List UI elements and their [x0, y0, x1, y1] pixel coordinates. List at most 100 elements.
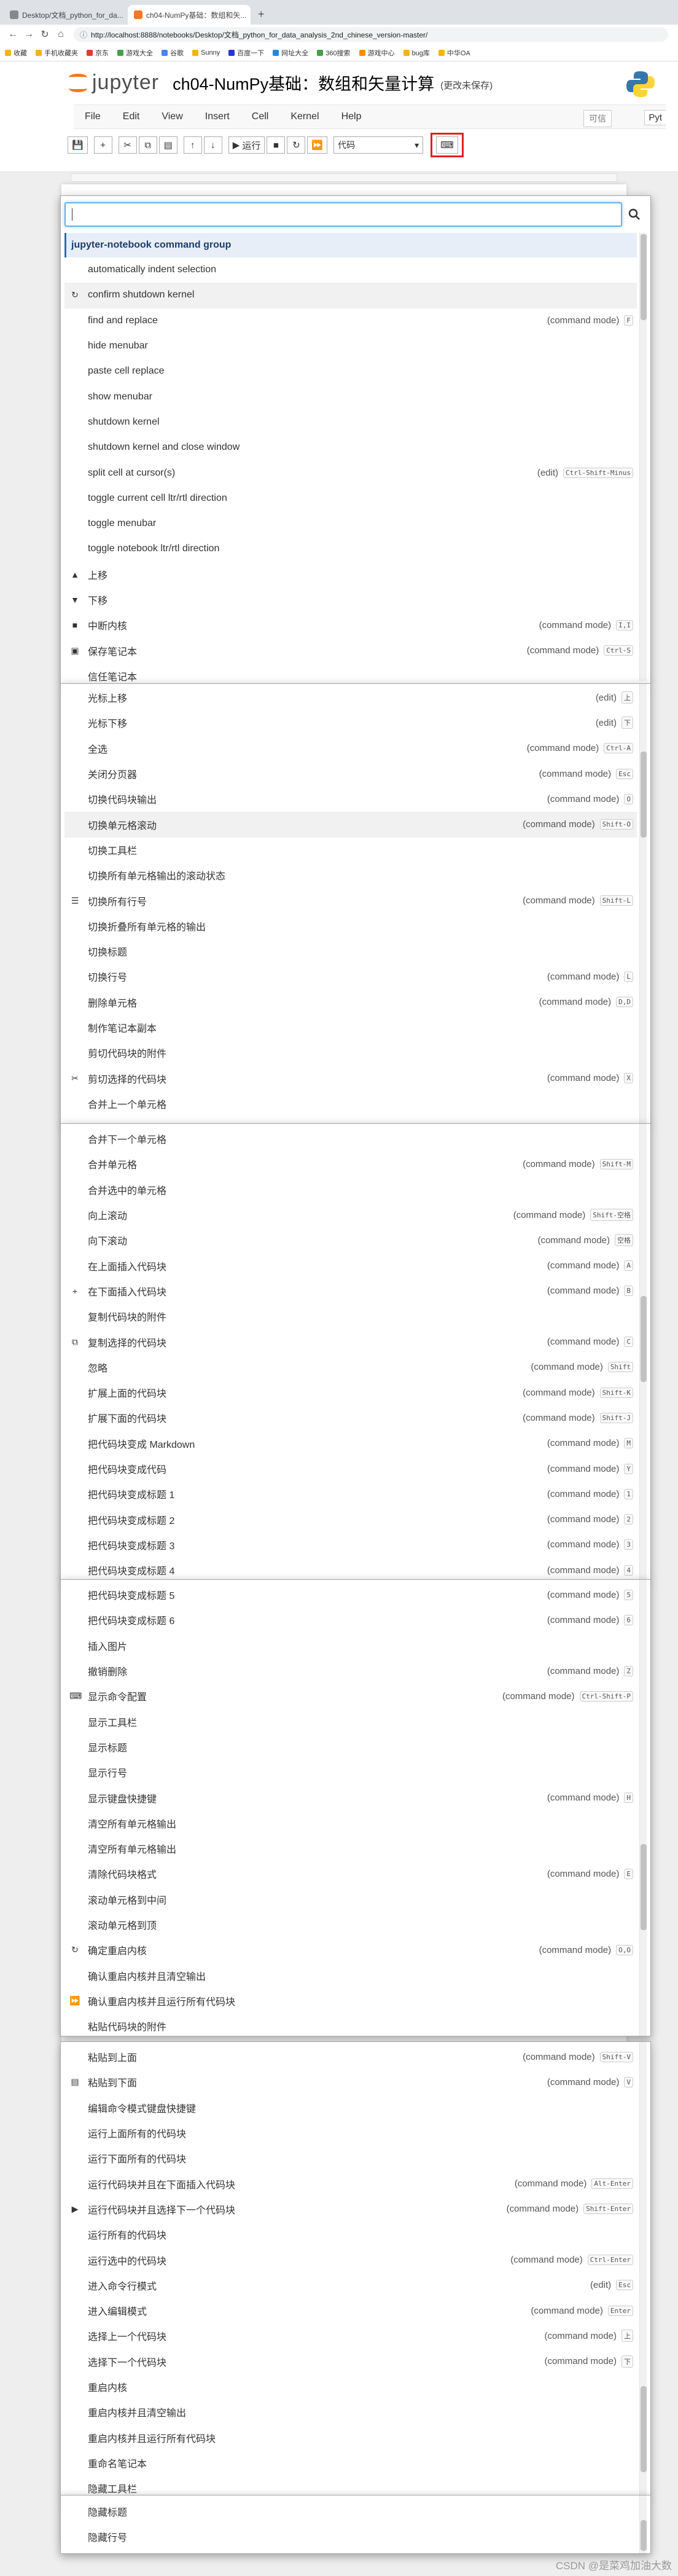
command-item[interactable]: ▲ 上移 — [64, 562, 637, 587]
interrupt-button[interactable]: ■ — [267, 136, 286, 154]
command-item[interactable]: hide menubar — [64, 334, 637, 359]
bookmark-item[interactable]: 中华OA — [438, 48, 470, 58]
command-palette-button[interactable]: ⌨ — [436, 136, 458, 154]
command-item[interactable]: 运行选中的代码块 (command mode) Ctrl-Enter — [64, 2247, 637, 2272]
command-item[interactable]: 把代码块变成标题 4 (command mode) 4 — [64, 1558, 637, 1580]
command-item[interactable]: 滚动单元格到中间 — [64, 1887, 637, 1912]
forward-icon[interactable]: → — [21, 29, 37, 40]
trusted-indicator[interactable]: 可信 — [583, 110, 612, 127]
code-cell[interactable] — [71, 173, 617, 182]
copy-button[interactable]: ⧉ — [138, 136, 157, 154]
command-item[interactable]: 插入图片 — [64, 1633, 637, 1659]
command-item[interactable]: toggle current cell ltr/rtl direction — [64, 486, 637, 511]
command-item[interactable]: 向上滚动 (command mode) Shift-空格 — [64, 1203, 637, 1228]
command-item[interactable]: toggle menubar — [64, 511, 637, 536]
menu-help[interactable]: Help — [330, 111, 373, 122]
move-down-button[interactable]: ↓ — [203, 136, 222, 154]
command-item[interactable]: shutdown kernel and close window — [64, 435, 637, 460]
command-item[interactable]: 把代码块变成标题 1 (command mode) 1 — [64, 1482, 637, 1507]
command-item[interactable]: 重启内核并且运行所有代码块 — [64, 2425, 637, 2450]
jupyter-logo-icon[interactable] — [68, 70, 88, 95]
command-item[interactable]: 重命名笔记本 — [64, 2451, 637, 2476]
menu-kernel[interactable]: Kernel — [279, 111, 330, 122]
command-item[interactable]: 清空所有单元格输出 — [64, 1836, 637, 1861]
command-item[interactable]: 确认重启内核并且清空输出 — [64, 1963, 637, 1988]
command-item[interactable]: 运行上面所有的代码块 — [64, 2121, 637, 2146]
menu-cell[interactable]: Cell — [241, 111, 280, 122]
command-item[interactable]: 合并单元格 (command mode) Shift-M — [64, 1152, 637, 1177]
back-icon[interactable]: ← — [5, 29, 21, 40]
command-item[interactable]: 编辑命令模式键盘快捷键 — [64, 2095, 637, 2121]
command-item[interactable]: 清空所有单元格输出 — [64, 1811, 637, 1836]
bookmark-item[interactable]: 谷歌 — [162, 48, 184, 58]
command-item[interactable]: 光标下移 (edit) 下 — [64, 710, 637, 736]
command-item[interactable]: 清除代码块格式 (command mode) E — [64, 1861, 637, 1887]
command-item[interactable]: 复制代码块的附件 — [64, 1304, 637, 1329]
command-item[interactable]: 向下滚动 (command mode) 空格 — [64, 1228, 637, 1253]
close-icon[interactable]: ✕ — [123, 10, 127, 19]
command-item[interactable]: 关闭分页器 (command mode) Esc — [64, 761, 637, 787]
bookmark-item[interactable]: 收藏 — [5, 48, 27, 58]
bookmark-item[interactable]: Sunny — [192, 49, 220, 57]
command-item[interactable]: 切换代码块输出 (command mode) O — [64, 787, 637, 812]
command-item[interactable]: 隐藏标题 — [64, 2499, 637, 2524]
command-item[interactable]: split cell at cursor(s) (edit) Ctrl-Shift-… — [64, 460, 637, 485]
command-item[interactable]: ▶ 运行代码块并且选择下一个代码块 (command mode) Shift-Ente… — [64, 2197, 637, 2222]
command-item[interactable]: 选择下一个代码块 (command mode) 下 — [64, 2349, 637, 2374]
command-item[interactable]: 合并选中的单元格 — [64, 1177, 637, 1203]
command-item[interactable]: 运行下面所有的代码块 — [64, 2146, 637, 2171]
command-item[interactable]: 运行所有的代码块 — [64, 2222, 637, 2247]
menu-edit[interactable]: Edit — [112, 111, 151, 122]
command-item[interactable]: 全选 (command mode) Ctrl-A — [64, 736, 637, 761]
scrollbar[interactable] — [639, 2496, 647, 2553]
command-item[interactable]: 制作笔记本副本 — [64, 1015, 637, 1040]
menu-view[interactable]: View — [150, 111, 193, 122]
command-item[interactable]: 切换工具栏 — [64, 838, 637, 863]
command-item[interactable]: automatically indent selection — [64, 257, 637, 283]
command-item[interactable]: 进入编辑模式 (command mode) Enter — [64, 2298, 637, 2323]
command-item[interactable]: 隐藏工具栏 — [64, 2476, 637, 2496]
command-item[interactable]: 剪切代码块的附件 — [64, 1040, 637, 1066]
command-item[interactable]: shutdown kernel — [64, 410, 637, 435]
command-item[interactable]: 把代码块变成代码 (command mode) Y — [64, 1456, 637, 1482]
paste-button[interactable]: ▤ — [158, 136, 177, 154]
command-item[interactable]: 滚动单元格到顶 — [64, 1912, 637, 1938]
bookmark-item[interactable]: bug库 — [403, 48, 430, 58]
command-item[interactable]: 把代码块变成 Markdown (command mode) M — [64, 1431, 637, 1456]
command-item[interactable]: ⏩ 确认重启内核并且运行所有代码块 — [64, 1989, 637, 2014]
reload-icon[interactable]: ↻ — [37, 28, 53, 41]
command-item[interactable]: 选择上一个代码块 (command mode) 上 — [64, 2323, 637, 2349]
command-item[interactable]: 把代码块变成标题 6 (command mode) 6 — [64, 1608, 637, 1633]
command-item[interactable]: + 在下面插入代码块 (command mode) B — [64, 1279, 637, 1304]
command-item[interactable]: ⧉ 复制选择的代码块 (command mode) C — [64, 1329, 637, 1354]
command-item[interactable]: 粘贴到上面 (command mode) Shift-V — [64, 2044, 637, 2070]
scrollbar[interactable] — [639, 684, 647, 1124]
bookmark-item[interactable]: 京东 — [87, 48, 109, 58]
menu-insert[interactable]: Insert — [194, 111, 241, 122]
menu-file[interactable]: File — [74, 111, 112, 122]
command-item[interactable]: 切换所有单元格输出的滚动状态 — [64, 863, 637, 888]
command-item[interactable]: 把代码块变成标题 3 (command mode) 3 — [64, 1533, 637, 1558]
command-item[interactable]: 切换标题 — [64, 939, 637, 964]
cut-button[interactable]: ✂ — [118, 136, 137, 154]
command-item[interactable]: 重启内核 — [64, 2374, 637, 2400]
command-item[interactable]: paste cell replace — [64, 359, 637, 384]
command-item[interactable]: ↻ 确定重启内核 (command mode) O,O — [64, 1938, 637, 1963]
command-item[interactable]: 切换行号 (command mode) L — [64, 964, 637, 989]
move-up-button[interactable]: ↑ — [183, 136, 202, 154]
command-item[interactable]: 重启内核并且清空输出 — [64, 2400, 637, 2425]
command-item[interactable]: 撤销删除 (command mode) Z — [64, 1659, 637, 1684]
command-item[interactable]: 在上面插入代码块 (command mode) A — [64, 1253, 637, 1278]
command-item[interactable]: 切换折叠所有单元格的输出 — [64, 914, 637, 939]
command-item[interactable]: 运行代码块并且在下面插入代码块 (command mode) Alt-Enter — [64, 2171, 637, 2196]
close-icon[interactable]: ✕ — [246, 10, 251, 19]
run-button[interactable]: ▶ 运行 — [228, 136, 265, 154]
command-item[interactable]: 扩展上面的代码块 (command mode) Shift-K — [64, 1380, 637, 1405]
command-item[interactable]: 信任笔记本 — [64, 664, 637, 683]
insert-cell-button[interactable]: + — [93, 136, 112, 154]
command-item[interactable]: 进入命令行模式 (edit) Esc — [64, 2273, 637, 2298]
command-item[interactable]: 显示行号 — [64, 1760, 637, 1785]
bookmark-item[interactable]: 游戏大全 — [117, 48, 153, 58]
home-icon[interactable]: ⌂ — [53, 29, 69, 40]
scrollbar[interactable] — [639, 1580, 647, 2036]
